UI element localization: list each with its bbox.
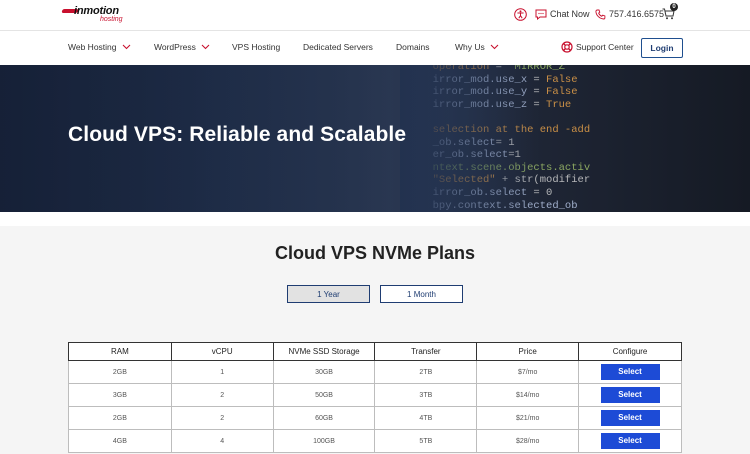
select-plan-button[interactable]: Select (600, 364, 660, 380)
cell-vcpu: 2 (170, 383, 274, 407)
plans-title: Cloud VPS NVMe Plans (274, 243, 476, 263)
nav-item-label: Why Us (455, 42, 485, 52)
table-row: 2GB 2 60GB 4TB $21/mo Select (68, 406, 682, 430)
cell-configure: Select (578, 383, 682, 407)
login-button[interactable]: Login (641, 38, 683, 58)
billing-toggle-1-year[interactable]: 1 Year (287, 285, 370, 303)
cell-vcpu: 2 (170, 406, 274, 430)
cell-storage: 100GB (272, 429, 376, 453)
inmotion-logo[interactable]: inmotion hosting (61, 5, 134, 25)
billing-toggle-1-month[interactable]: 1 Month (380, 285, 463, 303)
support-center-link[interactable]: Support Center (561, 41, 634, 53)
top-bar: inmotion hosting Chat Now 757.416.6575 0 (0, 0, 750, 30)
cart-button[interactable]: 0 (662, 3, 678, 22)
cell-vcpu: 1 (170, 360, 274, 384)
column-header-ram: RAM (68, 342, 172, 361)
nav-item-domains[interactable]: Domains (396, 42, 430, 52)
cell-transfer: 2TB (374, 360, 478, 384)
select-plan-button[interactable]: Select (600, 433, 660, 449)
nav-item-label: WordPress (154, 42, 196, 52)
nav-item-label: Domains (396, 42, 430, 52)
nav-item-label: VPS Hosting (232, 42, 281, 52)
phone-link[interactable]: 757.416.6575 (595, 6, 664, 22)
cell-storage: 60GB (272, 406, 376, 430)
cell-ram: 2GB (68, 406, 172, 430)
chat-now-link[interactable]: Chat Now (535, 6, 590, 22)
nav-item-vps-hosting[interactable]: VPS Hosting (232, 42, 280, 52)
table-row: 2GB 1 30GB 2TB $7/mo Select (68, 360, 682, 384)
select-plan-button[interactable]: Select (600, 410, 660, 426)
cell-ram: 2GB (68, 360, 172, 384)
accessibility-icon[interactable] (514, 6, 527, 22)
lifebuoy-icon (561, 41, 573, 53)
plans-table: RAM vCPU NVMe SSD Storage Transfer Price… (68, 342, 682, 453)
nav-item-dedicated-servers[interactable]: Dedicated Servers (303, 42, 373, 52)
cell-configure: Select (578, 429, 682, 453)
select-plan-button[interactable]: Select (600, 387, 660, 403)
cell-price: $7/mo (476, 360, 580, 384)
nav-item-web-hosting[interactable]: Web Hosting (68, 42, 131, 52)
column-header-price: Price (476, 342, 580, 361)
table-row: 4GB 4 100GB 5TB $28/mo Select (68, 429, 682, 453)
cell-configure: Select (578, 406, 682, 430)
cell-transfer: 3TB (374, 383, 478, 407)
plans-section: Cloud VPS NVMe Plans 1 Year 1 Month RAM … (0, 226, 750, 454)
column-header-vcpu: vCPU (170, 342, 274, 361)
chevron-down-icon (122, 44, 130, 50)
chevron-down-icon (490, 44, 499, 50)
hero-banner: operation = "MIRROR_Z" irror_mod.use_x =… (0, 65, 750, 212)
cell-price: $28/mo (476, 429, 580, 453)
nav-item-wordpress[interactable]: WordPress (154, 42, 210, 52)
cell-transfer: 5TB (374, 429, 478, 453)
nav-item-label: Dedicated Servers (303, 42, 373, 52)
cell-ram: 4GB (68, 429, 172, 453)
table-header-row: RAM vCPU NVMe SSD Storage Transfer Price… (68, 342, 682, 361)
table-row: 3GB 2 50GB 3TB $14/mo Select (68, 383, 682, 407)
chat-now-label: Chat Now (550, 9, 590, 19)
column-header-transfer: Transfer (374, 342, 478, 361)
cell-price: $14/mo (476, 383, 580, 407)
chevron-down-icon (201, 44, 210, 50)
cell-storage: 50GB (272, 383, 376, 407)
cell-ram: 3GB (68, 383, 172, 407)
main-nav: Web Hosting WordPress VPS Hosting Dedica… (0, 30, 750, 65)
cell-storage: 30GB (272, 360, 376, 384)
phone-icon (595, 9, 606, 19)
chat-icon (535, 9, 547, 20)
cell-price: $21/mo (476, 406, 580, 430)
nav-item-label: Web Hosting (68, 42, 117, 52)
cell-vcpu: 4 (170, 429, 274, 453)
support-center-label: Support Center (576, 42, 634, 52)
cell-transfer: 4TB (374, 406, 478, 430)
cart-count-badge: 0 (670, 3, 678, 11)
logo-subtext: hosting (100, 16, 123, 23)
page-title: Cloud VPS: Reliable and Scalable (68, 123, 407, 146)
nav-item-why-us[interactable]: Why Us (455, 42, 499, 52)
phone-number: 757.416.6575 (609, 9, 665, 19)
cell-configure: Select (578, 360, 682, 384)
column-header-storage: NVMe SSD Storage (272, 342, 376, 361)
column-header-configure: Configure (578, 342, 682, 361)
